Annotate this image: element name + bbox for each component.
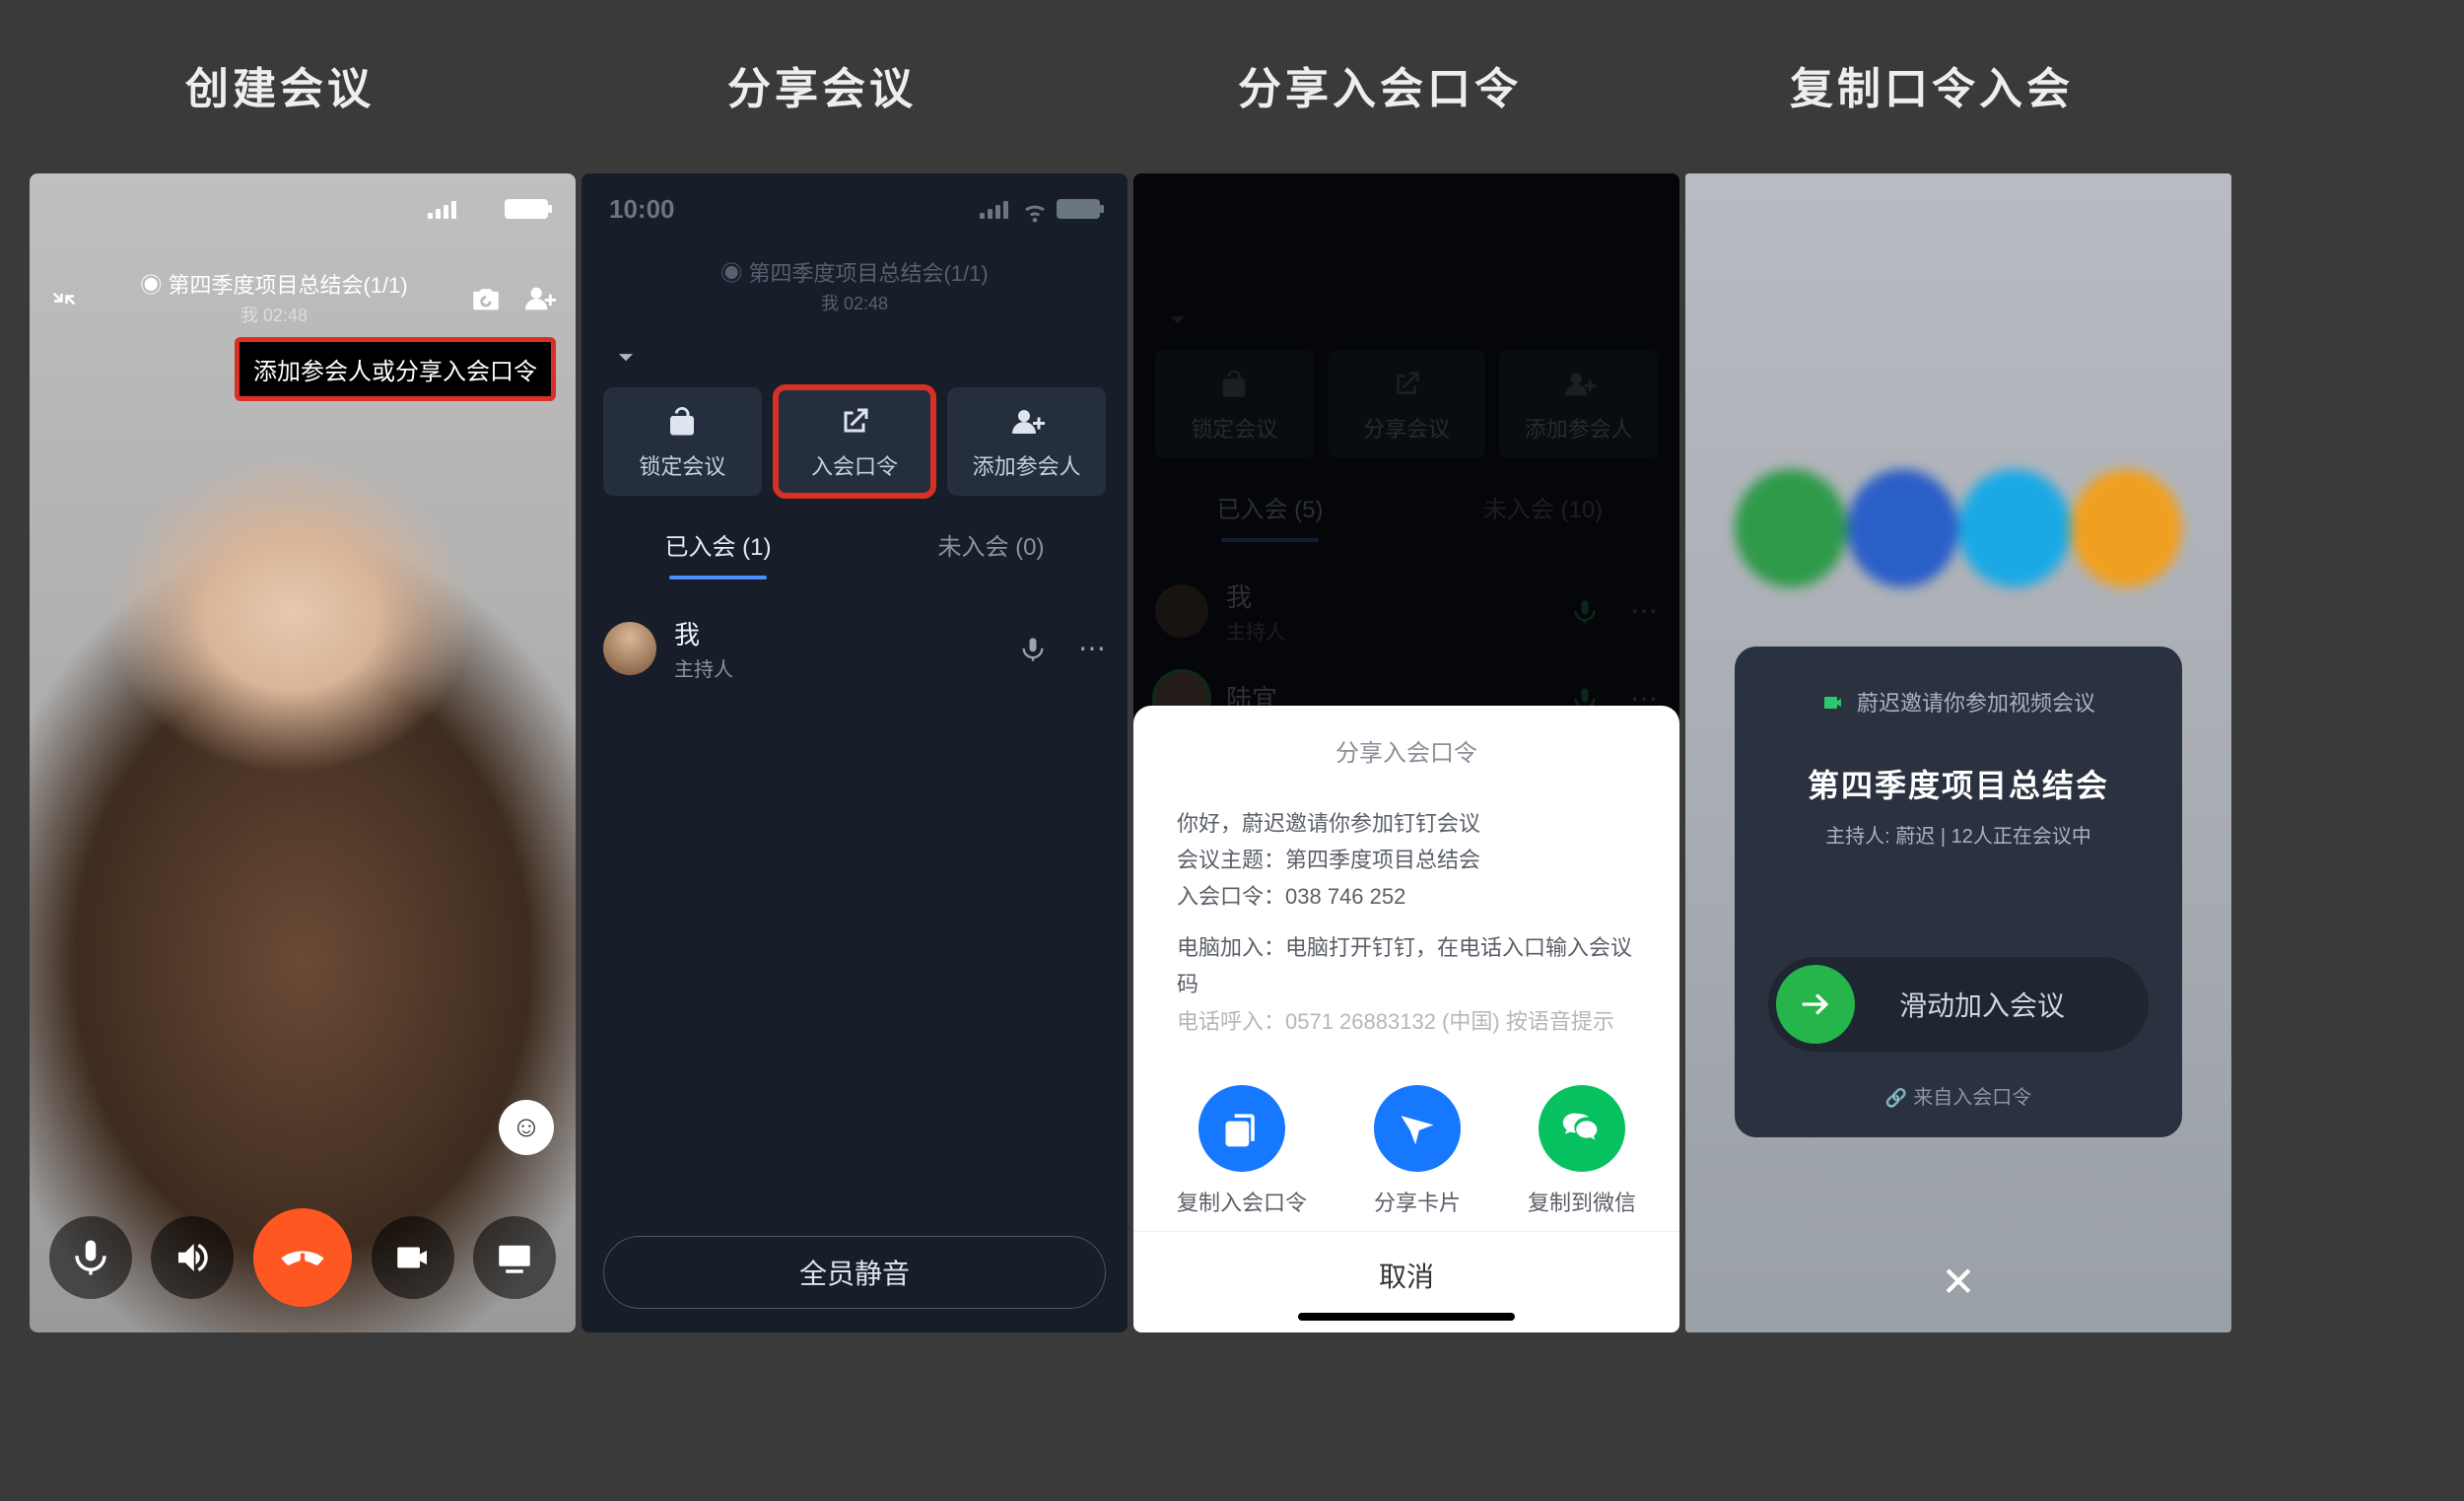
share-message: 你好，蔚迟邀请你参加钉钉会议 会议主题：第四季度项目总结会 入会口令：038 7…	[1157, 785, 1656, 1059]
signal-bars-icon	[428, 199, 461, 219]
camera-flip-icon[interactable]	[469, 280, 503, 314]
mute-all-button[interactable]: 全员静音	[603, 1236, 1106, 1309]
camera-toggle-button[interactable]	[372, 1216, 454, 1299]
add-person-icon	[1009, 401, 1045, 440]
join-code-button[interactable]: 入会口令	[776, 387, 934, 496]
participant-name: 我	[674, 615, 733, 651]
tab-joined[interactable]: 已入会 (1)	[582, 527, 855, 580]
phone-copy-code-join: 蔚迟邀请你参加视频会议 第四季度项目总结会 主持人: 蔚迟 | 12人正在会议中…	[1685, 173, 2231, 1332]
invite-source: 🔗来自入会口令	[1768, 1081, 2149, 1110]
share-card-button[interactable]: 分享卡片	[1374, 1085, 1461, 1217]
wifi-icon	[1021, 193, 1049, 224]
hangup-button[interactable]	[253, 1208, 352, 1307]
participant-role: 主持人	[674, 653, 733, 682]
avatar	[603, 622, 656, 675]
shield-icon: ◉	[140, 273, 162, 298]
slide-to-join[interactable]: 滑动加入会议	[1768, 957, 2149, 1052]
link-icon: 🔗	[1885, 1088, 1907, 1108]
more-icon[interactable]: ⋯	[1078, 632, 1106, 664]
call-controls	[30, 1210, 576, 1305]
share-screen-button[interactable]	[473, 1216, 556, 1299]
slide-label: 滑动加入会议	[1855, 985, 2149, 1024]
shield-icon: ◉	[720, 261, 742, 286]
lock-meeting-button[interactable]: 锁定会议	[603, 387, 762, 496]
column-title: 分享会议	[727, 53, 917, 116]
action-label: 入会口令	[811, 449, 898, 481]
signal-bars-icon	[980, 199, 1013, 219]
share-code-sheet: 分享入会口令 你好，蔚迟邀请你参加钉钉会议 会议主题：第四季度项目总结会 入会口…	[1133, 706, 1679, 1332]
meeting-header-dim: ◉ 第四季度项目总结会(1/1) 我 02:48	[582, 256, 1128, 315]
unlock-icon	[664, 401, 700, 440]
dingtalk-icon	[1374, 1085, 1461, 1172]
reactions-button[interactable]: ☺	[499, 1100, 554, 1155]
video-icon	[1821, 689, 1845, 715]
share-option-label: 分享卡片	[1374, 1186, 1461, 1217]
meeting-invite-card: 蔚迟邀请你参加视频会议 第四季度项目总结会 主持人: 蔚迟 | 12人正在会议中…	[1735, 647, 2182, 1137]
meeting-subtitle: 我 02:48	[79, 302, 469, 327]
share-option-label: 复制到微信	[1528, 1186, 1636, 1217]
mic-icon	[1019, 633, 1047, 664]
action-label: 添加参会人	[973, 449, 1081, 481]
add-participant-button[interactable]: 添加参会人	[947, 387, 1106, 496]
phone-share-code: 锁定会议 分享会议 添加参会人 已入会 (5) 未入会 (10)	[1133, 173, 1679, 1332]
copy-code-button[interactable]: 复制入会口令	[1177, 1085, 1307, 1217]
collapse-icon[interactable]	[49, 282, 79, 314]
mute-button[interactable]	[49, 1216, 132, 1299]
cancel-button[interactable]: 取消	[1133, 1231, 1679, 1305]
phone-share-meeting: 10:00 ◉ 第四季度项目总结会(1/1) 我 02:48 锁定会议	[582, 173, 1128, 1332]
battery-icon	[505, 199, 548, 219]
speaker-button[interactable]	[151, 1216, 234, 1299]
column-title: 复制口令入会	[1790, 53, 2074, 116]
status-time: 10:00	[609, 194, 675, 225]
add-person-icon[interactable]	[522, 280, 556, 314]
column-title: 创建会议	[185, 53, 375, 116]
status-bar: 10:00	[582, 173, 1128, 244]
column-title: 分享入会口令	[1238, 53, 1522, 116]
invite-header-text: 蔚迟邀请你参加视频会议	[1857, 686, 2095, 717]
meeting-header: ◉ 第四季度项目总结会(1/1) 我 02:48	[79, 268, 469, 327]
invite-meeting-title: 第四季度项目总结会	[1768, 761, 2149, 806]
action-label: 锁定会议	[639, 449, 725, 481]
slide-knob[interactable]	[1776, 965, 1855, 1044]
add-share-tooltip: 添加参会人或分享入会口令	[235, 337, 556, 401]
invite-meeting-sub: 主持人: 蔚迟 | 12人正在会议中	[1768, 820, 2149, 849]
close-button[interactable]: ✕	[1685, 1258, 2231, 1306]
wechat-icon	[1539, 1085, 1625, 1172]
phone-create-meeting: 10:00 ◉ 第四季度项目总结会(1/1) 我 02:48	[30, 173, 576, 1332]
home-indicator	[1298, 1313, 1515, 1321]
background-app-icons	[1685, 469, 2231, 587]
tab-notjoined[interactable]: 未入会 (0)	[855, 527, 1128, 580]
share-option-label: 复制入会口令	[1177, 1186, 1307, 1217]
sheet-title: 分享入会口令	[1133, 706, 1679, 785]
collapse-panel-button[interactable]	[609, 339, 1128, 374]
copy-icon	[1198, 1085, 1285, 1172]
copy-to-wechat-button[interactable]: 复制到微信	[1528, 1085, 1636, 1217]
share-out-icon	[837, 401, 872, 440]
participant-row: 我 主持人 ⋯	[603, 601, 1106, 696]
modal-backdrop[interactable]	[1133, 173, 1679, 755]
battery-icon	[1057, 199, 1100, 219]
meeting-title: 第四季度项目总结会(1/1)	[168, 273, 407, 298]
